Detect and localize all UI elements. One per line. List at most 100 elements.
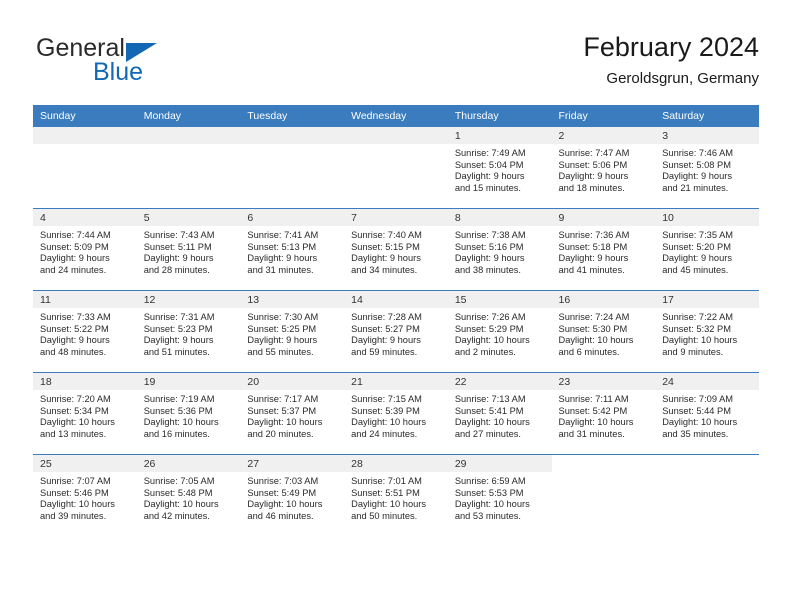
day-cell[interactable]: 1 Sunrise: 7:49 AM Sunset: 5:04 PM Daylight…	[447, 127, 552, 208]
day-cell[interactable]: 26 Sunrise: 7:05 AM Sunset: 5:48 PM Dayligh…	[136, 455, 241, 536]
weekday-header-tuesday: Tuesday	[240, 105, 345, 127]
day-details: Sunrise: 7:47 AM Sunset: 5:06 PM Daylight:…	[552, 144, 656, 194]
sunset-time: Sunset: 5:37 PM	[247, 405, 317, 416]
day-cell[interactable]: 5 Sunrise: 7:43 AM Sunset: 5:11 PM Daylight…	[136, 209, 241, 290]
daylight-duration-line1: Daylight: 9 hours	[40, 335, 110, 346]
day-details: Sunrise: 7:09 AM Sunset: 5:44 PM Daylight:…	[655, 390, 759, 440]
day-cell[interactable]: 8 Sunrise: 7:38 AM Sunset: 5:16 PM Daylight…	[447, 209, 552, 290]
sunrise-time: Sunrise: 7:46 AM	[662, 148, 734, 158]
day-number: 27	[240, 455, 345, 472]
calendar-cell: 20 Sunrise: 7:17 AM Sunset: 5:37 PM Dayligh…	[240, 372, 345, 455]
day-number: 8	[447, 209, 552, 226]
day-cell[interactable]: 28 Sunrise: 7:01 AM Sunset: 5:51 PM Dayligh…	[344, 455, 448, 536]
sunrise-time: Sunrise: 7:47 AM	[558, 148, 630, 158]
day-number	[136, 127, 241, 144]
day-details: Sunrise: 7:15 AM Sunset: 5:39 PM Daylight:…	[344, 390, 448, 440]
day-cell[interactable]: 14 Sunrise: 7:28 AM Sunset: 5:27 PM Dayligh…	[344, 291, 448, 372]
day-cell[interactable]: 9 Sunrise: 7:36 AM Sunset: 5:18 PM Daylight…	[551, 209, 656, 290]
calendar-cell: 6 Sunrise: 7:41 AM Sunset: 5:13 PM Daylight…	[240, 208, 345, 291]
daylight-duration-line1: Daylight: 9 hours	[662, 253, 732, 264]
day-cell[interactable]: 3 Sunrise: 7:46 AM Sunset: 5:08 PM Daylight…	[655, 127, 759, 208]
weekday-header-wednesday: Wednesday	[344, 105, 448, 127]
day-cell[interactable]: 7 Sunrise: 7:40 AM Sunset: 5:15 PM Daylight…	[344, 209, 448, 290]
day-cell[interactable]: 21 Sunrise: 7:15 AM Sunset: 5:39 PM Dayligh…	[344, 373, 448, 454]
day-cell[interactable]: 10 Sunrise: 7:35 AM Sunset: 5:20 PM Dayligh…	[655, 209, 759, 290]
day-number: 15	[447, 291, 552, 308]
day-cell[interactable]: 4 Sunrise: 7:44 AM Sunset: 5:09 PM Daylight…	[33, 209, 137, 290]
calendar-week-row: 18 Sunrise: 7:20 AM Sunset: 5:34 PM Dayligh…	[33, 372, 759, 455]
day-details: Sunrise: 7:44 AM Sunset: 5:09 PM Daylight:…	[33, 226, 137, 276]
sunrise-time: Sunrise: 7:38 AM	[454, 230, 526, 240]
general-blue-logo[interactable]: General Blue	[33, 34, 233, 94]
day-number: 12	[136, 291, 241, 308]
day-number: 21	[344, 373, 448, 390]
day-cell[interactable]: 23 Sunrise: 7:11 AM Sunset: 5:42 PM Dayligh…	[551, 373, 656, 454]
sunrise-time: Sunrise: 7:05 AM	[143, 476, 215, 486]
daylight-duration-line1: Daylight: 9 hours	[454, 171, 525, 182]
page-header: General Blue February 2024 Geroldsgrun, …	[33, 30, 759, 100]
sunrise-time: Sunrise: 7:24 AM	[558, 312, 630, 322]
calendar-cell: 23 Sunrise: 7:11 AM Sunset: 5:42 PM Dayligh…	[551, 372, 656, 455]
daylight-duration-line1: Daylight: 9 hours	[351, 253, 421, 264]
daylight-duration-line2: and 53 minutes.	[454, 510, 521, 521]
sunrise-time: Sunrise: 7:33 AM	[40, 312, 111, 322]
calendar-cell	[136, 127, 241, 209]
day-details: Sunrise: 7:38 AM Sunset: 5:16 PM Daylight:…	[448, 226, 552, 276]
day-cell[interactable]: 22 Sunrise: 7:13 AM Sunset: 5:41 PM Dayligh…	[447, 373, 552, 454]
day-cell[interactable]: 25 Sunrise: 7:07 AM Sunset: 5:46 PM Dayligh…	[33, 455, 137, 536]
day-cell[interactable]: 13 Sunrise: 7:30 AM Sunset: 5:25 PM Dayligh…	[240, 291, 345, 372]
calendar-cell: 17 Sunrise: 7:22 AM Sunset: 5:32 PM Dayligh…	[655, 290, 759, 373]
daylight-duration-line2: and 21 minutes.	[662, 182, 729, 193]
day-number: 22	[447, 373, 552, 390]
day-cell[interactable]: 11 Sunrise: 7:33 AM Sunset: 5:22 PM Dayligh…	[33, 291, 137, 372]
day-details: Sunrise: 7:13 AM Sunset: 5:41 PM Daylight:…	[448, 390, 552, 440]
day-number	[551, 455, 656, 472]
day-number: 19	[136, 373, 241, 390]
weekday-header-saturday: Saturday	[655, 105, 759, 127]
sunset-time: Sunset: 5:48 PM	[143, 487, 213, 498]
day-cell[interactable]: 6 Sunrise: 7:41 AM Sunset: 5:13 PM Daylight…	[240, 209, 345, 290]
calendar-cell: 24 Sunrise: 7:09 AM Sunset: 5:44 PM Dayligh…	[655, 372, 759, 455]
daylight-duration-line2: and 42 minutes.	[143, 510, 210, 521]
day-cell[interactable]: 29 Sunrise: 6:59 AM Sunset: 5:53 PM Dayligh…	[447, 455, 552, 536]
day-cell[interactable]: 2 Sunrise: 7:47 AM Sunset: 5:06 PM Daylight…	[551, 127, 656, 208]
sunrise-time: Sunrise: 7:30 AM	[247, 312, 319, 322]
day-cell[interactable]: 16 Sunrise: 7:24 AM Sunset: 5:30 PM Dayligh…	[551, 291, 656, 372]
calendar-cell	[344, 127, 448, 209]
calendar-cell	[655, 454, 759, 536]
calendar-cell: 7 Sunrise: 7:40 AM Sunset: 5:15 PM Daylight…	[344, 208, 448, 291]
daylight-duration-line2: and 31 minutes.	[558, 428, 625, 439]
day-cell[interactable]: 18 Sunrise: 7:20 AM Sunset: 5:34 PM Dayligh…	[33, 373, 137, 454]
day-number: 17	[655, 291, 759, 308]
day-details: Sunrise: 7:20 AM Sunset: 5:34 PM Daylight:…	[33, 390, 137, 440]
daylight-duration-line1: Daylight: 10 hours	[454, 335, 530, 346]
day-cell[interactable]: 15 Sunrise: 7:26 AM Sunset: 5:29 PM Dayligh…	[447, 291, 552, 372]
day-cell[interactable]: 12 Sunrise: 7:31 AM Sunset: 5:23 PM Dayligh…	[136, 291, 241, 372]
daylight-duration-line2: and 16 minutes.	[143, 428, 210, 439]
calendar-cell: 29 Sunrise: 6:59 AM Sunset: 5:53 PM Dayligh…	[447, 454, 552, 536]
day-cell[interactable]: 19 Sunrise: 7:19 AM Sunset: 5:36 PM Dayligh…	[136, 373, 241, 454]
day-cell[interactable]: 17 Sunrise: 7:22 AM Sunset: 5:32 PM Dayligh…	[655, 291, 759, 372]
empty-day-cell	[344, 127, 448, 208]
day-details: Sunrise: 7:46 AM Sunset: 5:08 PM Daylight:…	[655, 144, 759, 194]
sunset-time: Sunset: 5:27 PM	[351, 323, 420, 334]
calendar-page: General Blue February 2024 Geroldsgrun, …	[0, 0, 792, 612]
calendar-cell: 16 Sunrise: 7:24 AM Sunset: 5:30 PM Dayligh…	[551, 290, 656, 373]
sunrise-time: Sunrise: 7:13 AM	[454, 394, 526, 404]
day-number: 9	[551, 209, 656, 226]
day-cell[interactable]: 24 Sunrise: 7:09 AM Sunset: 5:44 PM Dayligh…	[655, 373, 759, 454]
daylight-duration-line2: and 59 minutes.	[351, 346, 418, 357]
day-cell[interactable]: 20 Sunrise: 7:17 AM Sunset: 5:37 PM Dayligh…	[240, 373, 345, 454]
sunrise-time: Sunrise: 7:20 AM	[40, 394, 111, 404]
daylight-duration-line2: and 6 minutes.	[558, 346, 620, 357]
day-details: Sunrise: 7:07 AM Sunset: 5:46 PM Daylight:…	[33, 472, 137, 522]
day-details: Sunrise: 7:19 AM Sunset: 5:36 PM Daylight:…	[137, 390, 241, 440]
daylight-duration-line2: and 45 minutes.	[662, 264, 729, 275]
day-number: 25	[33, 455, 137, 472]
sunrise-time: Sunrise: 7:19 AM	[143, 394, 215, 404]
daylight-duration-line1: Daylight: 10 hours	[662, 417, 738, 428]
daylight-duration-line1: Daylight: 9 hours	[558, 253, 629, 264]
day-cell[interactable]: 27 Sunrise: 7:03 AM Sunset: 5:49 PM Dayligh…	[240, 455, 345, 536]
calendar-cell: 11 Sunrise: 7:33 AM Sunset: 5:22 PM Dayligh…	[33, 290, 137, 373]
day-number	[655, 455, 759, 472]
